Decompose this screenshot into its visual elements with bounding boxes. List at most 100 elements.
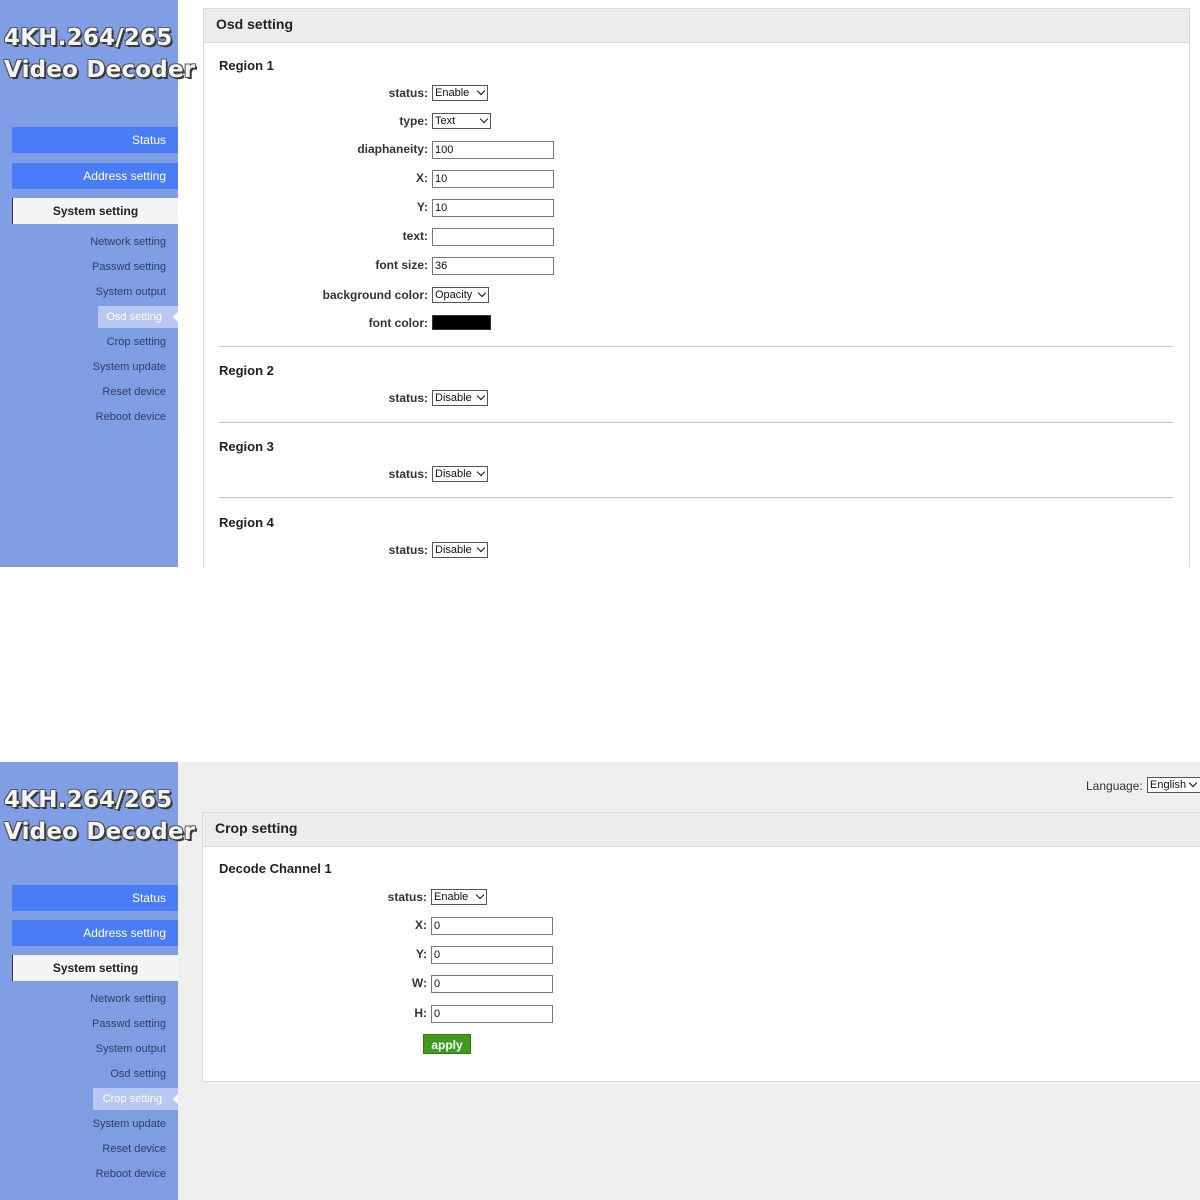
region-4-status-value: Disable	[435, 544, 472, 556]
region-1-font-size-label: font size:	[375, 258, 428, 272]
crop-status-row: status: Enable	[388, 889, 487, 907]
product-logo: 4KH.264/265 Video Decoder	[4, 22, 196, 86]
crop-y-input[interactable]: 0	[431, 946, 553, 964]
logo-line-1: 4KH.264/265	[4, 787, 173, 813]
crop-w-input[interactable]: 0	[431, 975, 553, 993]
language-select[interactable]: English	[1147, 777, 1200, 793]
region-4-title: Region 4	[219, 515, 274, 530]
panel-title: Osd setting	[204, 9, 1189, 43]
nav-address-setting-button[interactable]: Address setting	[12, 163, 178, 189]
product-logo: 4KH.264/265 Video Decoder	[4, 784, 196, 848]
sub-crop-setting[interactable]: Crop setting	[93, 1088, 178, 1110]
region-1-text-input[interactable]	[432, 228, 554, 246]
crop-y-row: Y: 0	[416, 946, 553, 964]
region-4-status-row: status: Disable	[389, 542, 488, 560]
region-1-status-value: Enable	[435, 87, 470, 99]
region-1-diaphaneity-input[interactable]: 100	[432, 141, 554, 159]
region-1-type-select[interactable]: Text	[432, 113, 491, 129]
crop-h-row: H: 0	[414, 1005, 553, 1023]
region-divider	[219, 497, 1173, 498]
sub-passwd-setting[interactable]: Passwd setting	[92, 1018, 166, 1030]
logo-line-2: Video Decoder	[4, 57, 196, 83]
region-1-font-size-input[interactable]: 36	[432, 257, 554, 275]
crop-y-label: Y:	[415, 947, 427, 961]
chevron-down-icon	[479, 114, 489, 124]
crop-w-row: W: 0	[412, 975, 553, 993]
region-3-status-select[interactable]: Disable	[432, 466, 488, 482]
region-2-status-row: status: Disable	[389, 390, 488, 408]
sub-system-update[interactable]: System update	[93, 1118, 166, 1130]
language-value: English	[1150, 779, 1187, 791]
region-1-font-color-swatch[interactable]	[432, 315, 491, 330]
crop-status-label: status:	[387, 890, 427, 904]
sub-reboot-device[interactable]: Reboot device	[96, 1168, 166, 1180]
chevron-down-icon	[476, 391, 486, 401]
region-3-status-label: status:	[388, 467, 428, 481]
sub-system-update[interactable]: System update	[93, 361, 166, 373]
region-1-x-row: X: 10	[416, 170, 554, 188]
sub-system-output[interactable]: System output	[96, 1043, 166, 1055]
region-4-status-label: status:	[388, 543, 428, 557]
nav-system-setting-button[interactable]: System setting	[12, 198, 178, 224]
chevron-down-icon	[477, 288, 487, 298]
nav-address-setting-button[interactable]: Address setting	[12, 920, 178, 946]
sub-network-setting[interactable]: Network setting	[90, 236, 166, 248]
region-3-status-value: Disable	[435, 468, 472, 480]
region-1-type-label: type:	[399, 114, 428, 128]
crop-h-input[interactable]: 0	[431, 1005, 553, 1023]
region-4-status-select[interactable]: Disable	[432, 542, 488, 558]
region-1-background-color-value: Opacity	[435, 289, 473, 301]
sub-reset-device[interactable]: Reset device	[102, 386, 166, 398]
region-1-y-input[interactable]: 10	[432, 199, 554, 217]
crop-status-value: Enable	[434, 891, 469, 903]
region-2-status-label: status:	[388, 391, 428, 405]
sub-network-setting[interactable]: Network setting	[90, 993, 166, 1005]
crop-status-select[interactable]: Enable	[431, 889, 487, 905]
sub-osd-setting[interactable]: Osd setting	[110, 1068, 166, 1080]
region-1-type-value: Text	[435, 115, 456, 127]
region-1-type-row: type: Text	[399, 113, 491, 131]
crop-w-label: W:	[411, 976, 427, 990]
logo-line-2: Video Decoder	[4, 819, 196, 845]
region-1-status-select[interactable]: Enable	[432, 85, 488, 101]
region-1-x-input[interactable]: 10	[432, 170, 554, 188]
crop-x-input[interactable]: 0	[431, 917, 553, 935]
nav-system-setting-button[interactable]: System setting	[12, 955, 178, 981]
region-2-status-select[interactable]: Disable	[432, 390, 488, 406]
sub-reboot-device[interactable]: Reboot device	[96, 411, 166, 423]
panel-title: Crop setting	[203, 813, 1200, 847]
region-1-y-label: Y:	[416, 200, 428, 214]
sub-system-output[interactable]: System output	[96, 286, 166, 298]
region-3-status-row: status: Disable	[389, 466, 488, 484]
region-1-x-label: X:	[416, 171, 428, 185]
region-1-background-color-label: background color:	[322, 288, 428, 302]
decode-channel-title: Decode Channel 1	[219, 861, 332, 876]
region-1-status-row: status: Enable	[389, 85, 488, 103]
region-1-text-row: text:	[403, 228, 554, 246]
region-1-background-color-select[interactable]: Opacity	[432, 287, 489, 303]
region-divider	[219, 422, 1173, 423]
sidebar: 4KH.264/265 Video Decoder Status Address…	[0, 0, 195, 567]
region-divider	[219, 346, 1173, 347]
region-1-font-color-row: font color:	[369, 315, 491, 333]
chevron-down-icon	[476, 86, 486, 96]
sub-crop-setting[interactable]: Crop setting	[107, 336, 166, 348]
region-2-title: Region 2	[219, 363, 274, 378]
region-1-title: Region 1	[219, 58, 274, 73]
region-1-diaphaneity-row: diaphaneity: 100	[357, 141, 554, 159]
region-2-status-value: Disable	[435, 392, 472, 404]
chevron-down-icon	[475, 890, 485, 900]
apply-button[interactable]: apply	[423, 1034, 471, 1054]
crop-x-row: X: 0	[415, 917, 553, 935]
region-1-background-color-row: background color: Opacity	[323, 287, 489, 305]
sub-reset-device[interactable]: Reset device	[102, 1143, 166, 1155]
chevron-down-icon	[1188, 778, 1198, 788]
nav-status-button[interactable]: Status	[12, 885, 178, 911]
nav-status-button[interactable]: Status	[12, 127, 178, 153]
sub-passwd-setting[interactable]: Passwd setting	[92, 261, 166, 273]
region-1-status-label: status:	[388, 86, 428, 100]
crop-h-label: H:	[414, 1006, 427, 1020]
logo-line-1: 4KH.264/265	[4, 25, 173, 51]
sub-osd-setting[interactable]: Osd setting	[98, 306, 178, 328]
region-1-font-color-label: font color:	[368, 316, 428, 330]
